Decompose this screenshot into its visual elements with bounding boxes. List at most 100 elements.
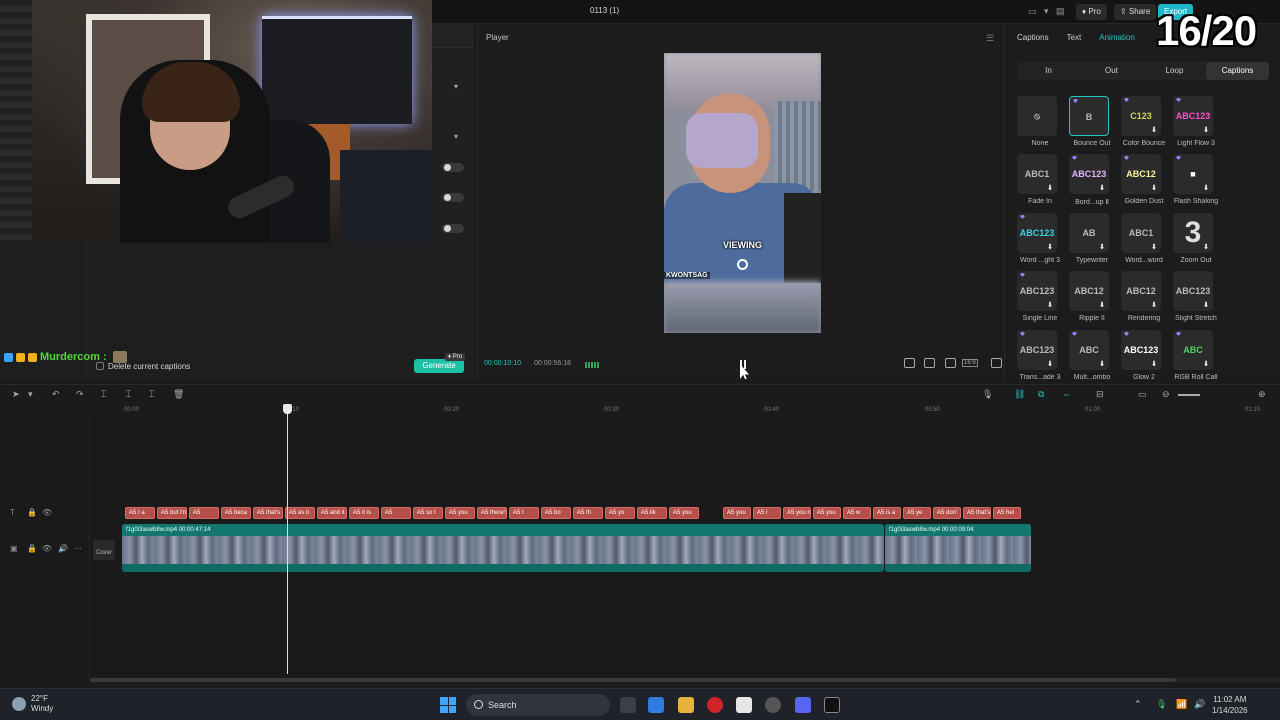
select-tool-icon[interactable]: ➤ <box>12 389 20 400</box>
preset-thumbnail[interactable]: ABC12 ⬇ <box>1121 154 1161 194</box>
tab-captions[interactable]: Captions <box>1017 33 1049 45</box>
chevron-up-icon[interactable]: ⌃ <box>1134 699 1142 710</box>
download-icon[interactable]: ⬇ <box>1047 244 1053 251</box>
split-right-icon[interactable]: ⌶ <box>149 389 154 400</box>
pro-button[interactable]: ♦ Pro <box>1076 4 1107 20</box>
animation-preset[interactable]: ■ ⬇ Flash Shaking <box>1173 154 1219 205</box>
task-view-icon[interactable] <box>620 697 636 713</box>
preset-thumbnail[interactable]: ABC ⬇ <box>1173 330 1213 370</box>
caption-segment[interactable]: A5 it is <box>349 507 379 519</box>
download-icon[interactable]: ⬇ <box>1047 302 1053 309</box>
undo-icon[interactable]: ↶ <box>52 389 60 400</box>
lock-icon[interactable]: 🔒 <box>27 544 37 553</box>
video-preview[interactable]: VIEWING KWONTSAG <box>664 53 821 333</box>
subtab-captions[interactable]: Captions <box>1206 62 1269 80</box>
caption-segment[interactable]: A5 <box>381 507 411 519</box>
caption-segment[interactable]: A5 there's <box>477 507 507 519</box>
animation-preset[interactable]: AB ⬇ Typewriter <box>1069 213 1115 264</box>
volume-icon[interactable]: 🔊 <box>1194 699 1205 710</box>
download-icon[interactable]: ⬇ <box>1203 361 1209 368</box>
preset-thumbnail[interactable]: ⦸ <box>1017 96 1057 136</box>
chevron-down-icon[interactable]: ▾ <box>454 82 458 91</box>
animation-preset[interactable]: ABC123 ⬇ Single Line <box>1017 271 1063 322</box>
download-icon[interactable]: ⬇ <box>1203 185 1209 192</box>
animation-preset[interactable]: ABC12 ⬇ Ripple II <box>1069 271 1115 322</box>
download-icon[interactable]: ⬇ <box>1047 361 1053 368</box>
checkbox[interactable] <box>96 362 104 370</box>
caption-segment[interactable]: A5 <box>189 507 219 519</box>
caption-segment[interactable]: A5 that's <box>963 507 991 519</box>
animation-preset[interactable]: ABC123 ⬇ Bord...up Ⅱ <box>1069 154 1115 206</box>
microphone-icon[interactable]: 🎙 <box>1156 699 1167 710</box>
preset-thumbnail[interactable]: ABC123 ⬇ <box>1173 271 1213 311</box>
speaker-icon[interactable]: 🔊 <box>58 544 68 553</box>
caption-segment[interactable]: A5 you <box>445 507 475 519</box>
preset-thumbnail[interactable]: ABC12 ⬇ <box>1121 271 1161 311</box>
preset-thumbnail[interactable]: ABC123 ⬇ <box>1173 96 1213 136</box>
animation-preset[interactable]: ABC1 ⬇ Fade In <box>1017 154 1063 205</box>
fit-icon[interactable] <box>945 358 956 368</box>
delete-icon[interactable]: 🗑 <box>173 389 184 400</box>
preset-thumbnail[interactable]: ABC123 ⬇ <box>1069 154 1109 194</box>
download-icon[interactable]: ⬇ <box>1151 244 1157 251</box>
video-clip[interactable]: f1g0i3aswb8w.mp4 00:00:47:14 <box>122 524 884 572</box>
caption-segment[interactable]: A5 you <box>813 507 841 519</box>
chevron-down-icon[interactable]: ▾ <box>28 389 33 400</box>
caption-segment[interactable]: A5 hel <box>993 507 1021 519</box>
caption-segment[interactable]: A5 yo <box>605 507 635 519</box>
preset-thumbnail[interactable]: ABC1 ⬇ <box>1121 213 1161 253</box>
tab-animation[interactable]: Animation <box>1099 33 1135 45</box>
cover-button[interactable]: Cover <box>93 540 115 560</box>
windows-start-icon[interactable] <box>440 697 456 713</box>
subtab-loop[interactable]: Loop <box>1143 62 1206 80</box>
preset-thumbnail[interactable]: C123 ⬇ <box>1121 96 1161 136</box>
caption-segment[interactable]: A5 I a <box>125 507 155 519</box>
download-icon[interactable]: ⬇ <box>1151 127 1157 134</box>
caption-segment[interactable]: A5 bo <box>541 507 571 519</box>
split-left-icon[interactable]: ⌶ <box>126 389 131 400</box>
animation-preset[interactable]: ABC12 ⬇ Golden Dust <box>1121 154 1167 205</box>
download-icon[interactable]: ⬇ <box>1099 361 1105 368</box>
preview-axis-icon[interactable]: ⇔ <box>1062 389 1071 399</box>
caption-segment[interactable]: A5 as it <box>285 507 315 519</box>
menu-icon[interactable]: ☰ <box>986 33 994 44</box>
split-icon[interactable]: ⌶ <box>101 389 106 400</box>
animation-preset[interactable]: ABC ⬇ RGB Roll Call <box>1173 330 1219 381</box>
animation-preset[interactable]: ABC123 ⬇ Trans...ade 3 <box>1017 330 1063 381</box>
caption-segment[interactable]: A5 but I'm g <box>157 507 187 519</box>
subtab-out[interactable]: Out <box>1080 62 1143 80</box>
redo-icon[interactable]: ↷ <box>76 389 84 400</box>
download-icon[interactable]: ⬇ <box>1203 244 1209 251</box>
animation-preset[interactable]: ABC123 ⬇ Glow 2 <box>1121 330 1167 381</box>
wifi-icon[interactable]: 📶 <box>1176 699 1187 710</box>
obs-icon[interactable] <box>765 697 781 713</box>
download-icon[interactable]: ⬇ <box>1203 127 1209 134</box>
video-clip[interactable]: f1g0i3aswb8w.mp4 00:00:09:04 <box>885 524 1031 572</box>
opera-icon[interactable] <box>707 697 723 713</box>
preset-thumbnail[interactable]: ABC1 ⬇ <box>1017 154 1057 194</box>
caption-segment[interactable]: A5 you m <box>783 507 811 519</box>
caption-segment[interactable]: A5 that's <box>253 507 283 519</box>
caption-segment[interactable]: A5 th <box>573 507 603 519</box>
animation-preset[interactable]: 3 ⬇ Zoom Out <box>1173 213 1219 264</box>
delete-captions-option[interactable]: Delete current captions <box>96 360 190 372</box>
toggle-switch[interactable] <box>442 224 464 233</box>
zoom-out-icon[interactable]: ⊖ <box>1162 389 1170 400</box>
preset-thumbnail[interactable]: ABC123 ⬇ <box>1017 213 1057 253</box>
caption-segment[interactable]: A5 and it <box>317 507 347 519</box>
tab-text[interactable]: Text <box>1067 33 1082 45</box>
store-icon[interactable] <box>736 697 752 713</box>
link-icon[interactable]: ⛓ <box>1014 389 1025 400</box>
preset-thumbnail[interactable]: ABC123 ⬇ <box>1017 330 1057 370</box>
capcut-icon[interactable] <box>824 697 840 713</box>
animation-preset[interactable]: ABC123 ⬇ Word ...ght 3 <box>1017 213 1063 264</box>
transform-handle-icon[interactable] <box>737 259 748 270</box>
preset-thumbnail[interactable]: ABC123 ⬇ <box>1121 330 1161 370</box>
aspect-ratio-button[interactable]: 16:9 <box>962 359 978 367</box>
layout-icon[interactable]: ▭ <box>1028 6 1038 16</box>
chevron-down-icon[interactable]: ▾ <box>1044 6 1054 16</box>
caption-segment[interactable]: A5 I <box>509 507 539 519</box>
playhead[interactable] <box>283 404 292 674</box>
animation-preset[interactable]: ABC123 ⬇ Light Flow 3 <box>1173 96 1219 147</box>
caption-segment[interactable]: A5 I <box>753 507 781 519</box>
